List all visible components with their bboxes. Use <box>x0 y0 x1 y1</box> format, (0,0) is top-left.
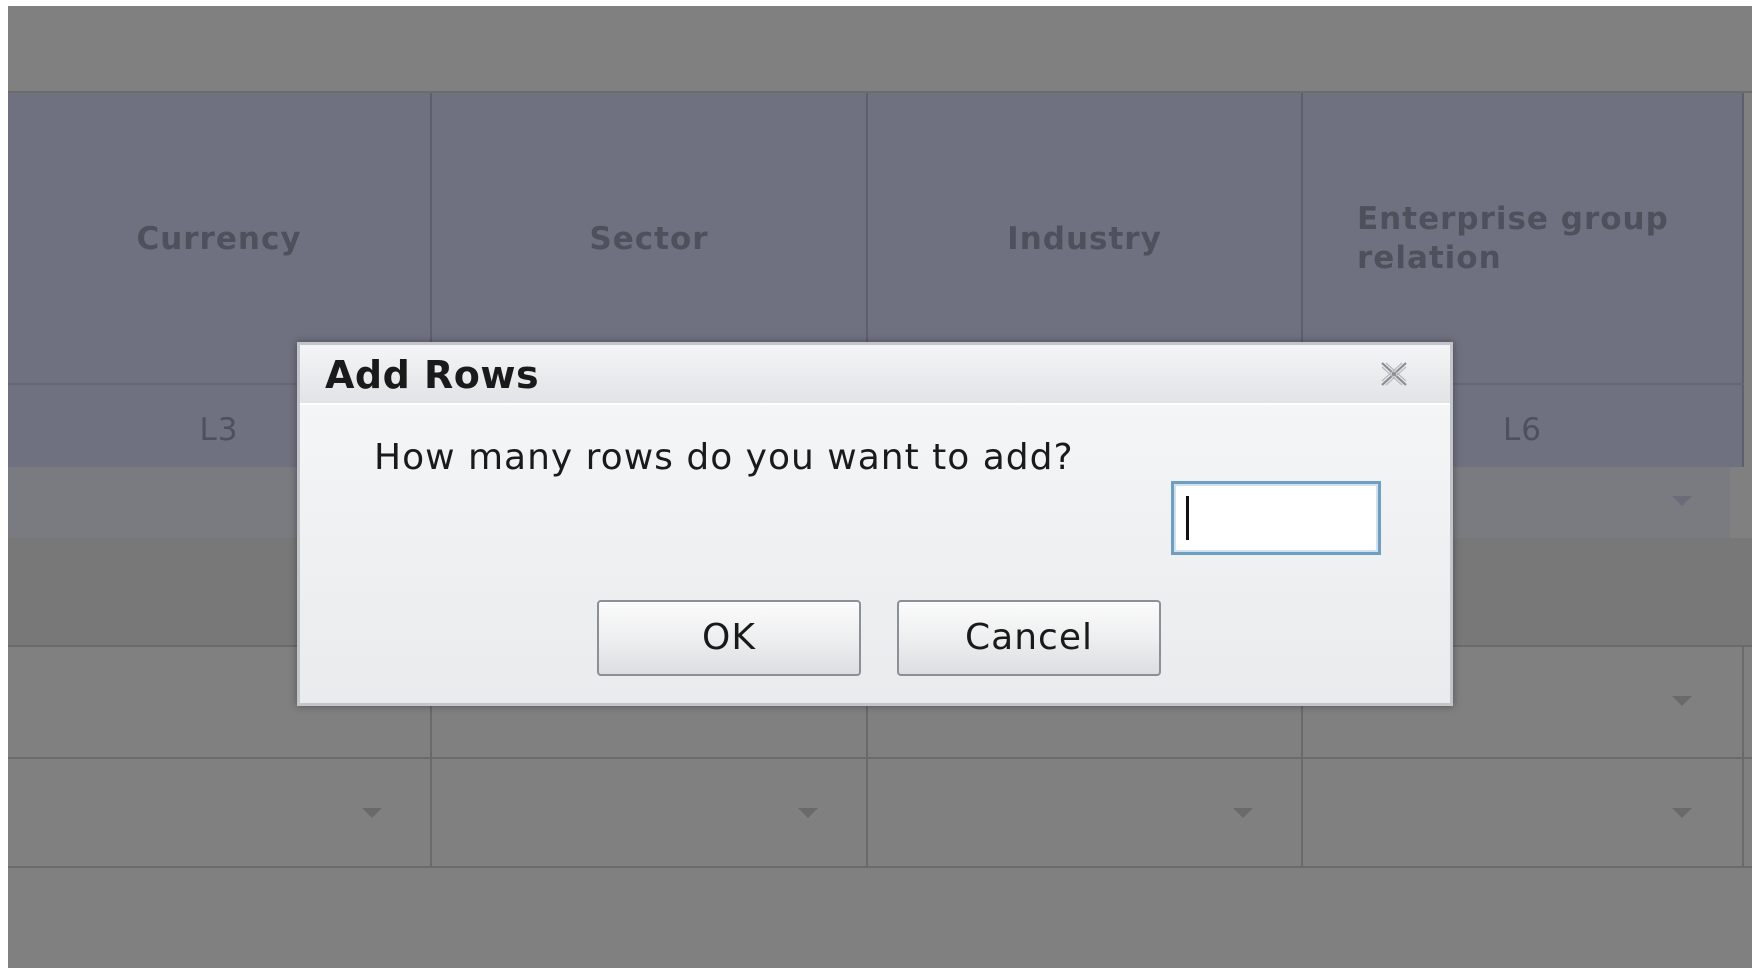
dialog-title: Add Rows <box>325 353 540 397</box>
close-icon[interactable] <box>1378 359 1410 389</box>
chevron-down-icon[interactable] <box>1233 808 1253 818</box>
column-header-currency[interactable]: Currency <box>8 220 430 259</box>
column-header-sector[interactable]: Sector <box>432 220 866 259</box>
column-header-enterprise-group-relation[interactable]: Enterprise group relation <box>1357 200 1727 278</box>
column-divider <box>1742 92 1744 467</box>
text-caret <box>1186 496 1189 540</box>
column-divider <box>1742 645 1744 868</box>
row-divider <box>8 866 1752 868</box>
row-divider <box>8 757 1752 759</box>
chevron-down-icon[interactable] <box>1672 496 1692 506</box>
header-top-border <box>8 91 1752 93</box>
chevron-down-icon[interactable] <box>1672 808 1692 818</box>
add-rows-dialog: Add Rows How many rows do you want to ad… <box>297 342 1453 706</box>
chevron-down-icon[interactable] <box>798 808 818 818</box>
column-header-industry[interactable]: Industry <box>868 220 1301 259</box>
chevron-down-icon[interactable] <box>362 808 382 818</box>
rows-prompt-label: How many rows do you want to add? <box>374 437 1074 478</box>
ok-button[interactable]: OK <box>597 600 861 676</box>
row-count-input[interactable] <box>1171 481 1381 555</box>
chevron-down-icon[interactable] <box>1672 696 1692 706</box>
dialog-titlebar[interactable]: Add Rows <box>300 345 1450 405</box>
cancel-button[interactable]: Cancel <box>897 600 1161 676</box>
app-window: Currency Sector Industry Enterprise grou… <box>0 0 1753 968</box>
